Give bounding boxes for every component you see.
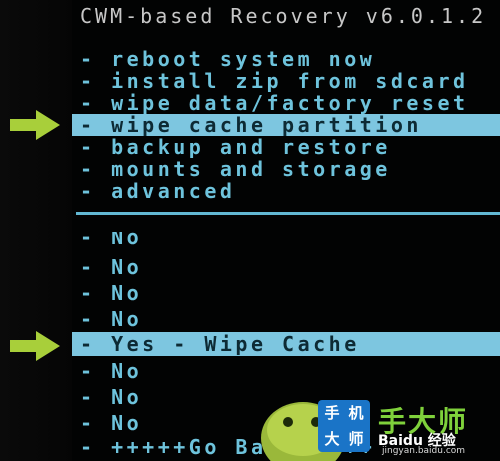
- arrow-right-icon: [6, 107, 64, 143]
- recovery-screen-photo: CWM-based Recovery v6.0.1.2 - reboot sys…: [0, 0, 500, 461]
- watermark-char: 大: [324, 430, 340, 448]
- watermark-big-text: 手大师: [378, 405, 469, 438]
- menu-item-advanced[interactable]: - advanced: [80, 180, 235, 202]
- menu-item-wipe-data[interactable]: - wipe data/factory reset: [80, 92, 469, 114]
- screen-bezel: [0, 0, 72, 461]
- menu-divider: [76, 212, 500, 215]
- watermark-char: 机: [348, 404, 364, 422]
- menu-item-backup-restore[interactable]: - backup and restore: [80, 136, 391, 158]
- confirm-item-no[interactable]: - No: [80, 282, 142, 304]
- menu-item-wipe-cache[interactable]: - wipe cache partition: [80, 114, 422, 136]
- watermark: 手 机 大 师 手大师 Baidu 经验 jingyan.baidu.com: [318, 400, 498, 458]
- confirm-item-no[interactable]: - No: [80, 386, 142, 408]
- watermark-logo: 手 机 大 师: [318, 400, 370, 452]
- menu-item-reboot-system[interactable]: - reboot system now: [80, 48, 375, 70]
- recovery-title: CWM-based Recovery v6.0.1.2: [80, 4, 487, 28]
- confirm-item-no[interactable]: - No: [80, 412, 142, 434]
- watermark-char: 师: [348, 430, 364, 448]
- arrow-right-icon: [6, 328, 64, 364]
- confirm-item-yes-wipe-cache[interactable]: - Yes - Wipe Cache: [80, 333, 360, 355]
- confirm-item-no[interactable]: - No: [80, 256, 142, 278]
- menu-item-install-zip[interactable]: - install zip from sdcard: [80, 70, 469, 92]
- confirm-item-no[interactable]: - No: [80, 308, 142, 330]
- confirm-item-no[interactable]: - No: [80, 360, 142, 382]
- confirm-item-no[interactable]: - No: [80, 232, 142, 250]
- menu-item-mounts-storage[interactable]: - mounts and storage: [80, 158, 391, 180]
- watermark-url: jingyan.baidu.com: [382, 446, 466, 456]
- watermark-char: 手: [324, 404, 340, 422]
